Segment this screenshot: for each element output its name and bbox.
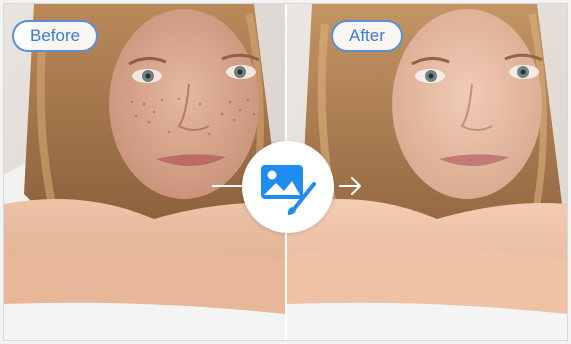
image-edit-icon xyxy=(261,165,316,215)
image-edit-badge xyxy=(242,141,334,233)
before-label: Before xyxy=(12,20,99,52)
after-label: After xyxy=(331,20,403,52)
connector-line xyxy=(212,185,242,187)
before-after-comparison: Before After xyxy=(3,3,568,341)
arrow-right-icon xyxy=(339,177,361,195)
